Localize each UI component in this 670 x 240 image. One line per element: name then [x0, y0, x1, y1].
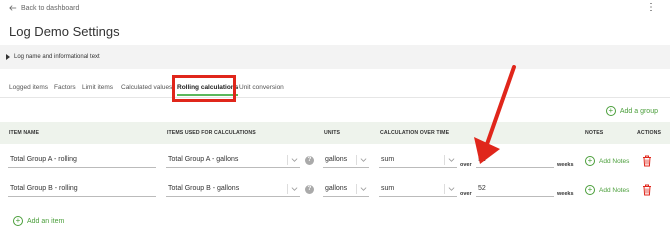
chevron-down-icon — [448, 158, 455, 162]
table-row: Total Group A - rolling Total Group A - … — [0, 152, 670, 182]
add-notes-button[interactable]: + Add Notes — [585, 185, 629, 195]
header-actions: ACTIONS — [637, 130, 662, 136]
item-name-input[interactable]: Total Group B - rolling — [8, 183, 156, 197]
annotation-highlight-box — [172, 75, 236, 102]
period-input[interactable]: 52 — [476, 183, 554, 197]
add-item-label: Add an item — [27, 217, 65, 225]
help-icon[interactable]: ? — [305, 185, 314, 194]
more-options-icon[interactable]: ⋮ — [646, 3, 656, 13]
plus-circle-icon: + — [13, 216, 23, 226]
period-unit-label: weeks — [557, 162, 574, 168]
header-notes: NOTES — [585, 130, 604, 136]
page-title: Log Demo Settings — [9, 24, 120, 39]
log-name-section-toggle[interactable]: Log name and informational text — [0, 45, 670, 69]
select-separator — [356, 155, 357, 165]
header-item-name: ITEM NAME — [9, 130, 40, 136]
chevron-down-icon — [360, 187, 367, 191]
chevron-down-icon — [448, 187, 455, 191]
header-items-used: ITEMS USED FOR CALCULATIONS — [167, 130, 256, 136]
calculation-select[interactable]: sum — [379, 154, 457, 168]
add-notes-label: Add Notes — [599, 186, 630, 194]
annotation-arrow — [474, 65, 516, 164]
chevron-down-icon — [291, 187, 298, 191]
items-used-value: Total Group A - gallons — [168, 156, 239, 163]
chevron-down-icon — [291, 158, 298, 162]
select-separator — [287, 155, 288, 165]
chevron-down-icon — [360, 158, 367, 162]
add-group-button[interactable]: + Add a group — [605, 106, 658, 116]
over-label: over — [460, 191, 472, 197]
calculation-value: sum — [381, 185, 395, 192]
plus-circle-icon: + — [585, 156, 595, 166]
trash-icon[interactable] — [642, 155, 652, 167]
arrow-left-icon — [9, 5, 17, 11]
help-icon[interactable]: ? — [305, 156, 314, 165]
select-separator — [287, 184, 288, 194]
add-group-label: Add a group — [619, 107, 658, 115]
units-value: gallons — [325, 185, 348, 192]
tab-factors[interactable]: Factors — [54, 84, 76, 91]
plus-circle-icon: + — [585, 185, 595, 195]
items-used-select[interactable]: Total Group B - gallons — [166, 183, 300, 197]
units-value: gallons — [325, 156, 348, 163]
units-select[interactable]: gallons — [323, 183, 369, 197]
tab-calculated-values[interactable]: Calculated values — [121, 84, 172, 91]
top-bar: Back to dashboard ⋮ — [0, 0, 670, 18]
back-label: Back to dashboard — [21, 4, 80, 12]
settings-tabs: Logged items Factors Limit items Calcula… — [0, 78, 670, 98]
tab-unit-conversion[interactable]: Unit conversion — [239, 84, 284, 91]
calculation-select[interactable]: sum — [379, 183, 457, 197]
table-row: Total Group B - rolling Total Group B - … — [0, 181, 670, 211]
items-used-value: Total Group B - gallons — [168, 185, 240, 192]
header-calc-over-time: CALCULATION OVER TIME — [380, 130, 450, 136]
back-to-dashboard-link[interactable]: Back to dashboard — [9, 4, 79, 12]
units-select[interactable]: gallons — [323, 154, 369, 168]
period-unit-label: weeks — [557, 191, 574, 197]
select-separator — [444, 184, 445, 194]
caret-right-icon — [6, 54, 10, 60]
header-units: UNITS — [324, 130, 341, 136]
item-name-input[interactable]: Total Group A - rolling — [8, 154, 156, 168]
add-notes-button[interactable]: + Add Notes — [585, 156, 629, 166]
add-item-button[interactable]: + Add an item — [13, 216, 64, 226]
select-separator — [444, 155, 445, 165]
section-label: Log name and informational text — [14, 54, 100, 60]
tab-limit-items[interactable]: Limit items — [82, 84, 113, 91]
plus-circle-icon: + — [605, 106, 616, 116]
select-separator — [356, 184, 357, 194]
tab-logged-items[interactable]: Logged items — [9, 84, 48, 91]
add-notes-label: Add Notes — [599, 157, 630, 165]
table-header: ITEM NAME ITEMS USED FOR CALCULATIONS UN… — [0, 122, 670, 144]
items-used-select[interactable]: Total Group A - gallons — [166, 154, 300, 168]
trash-icon[interactable] — [642, 184, 652, 196]
calculation-value: sum — [381, 156, 395, 163]
